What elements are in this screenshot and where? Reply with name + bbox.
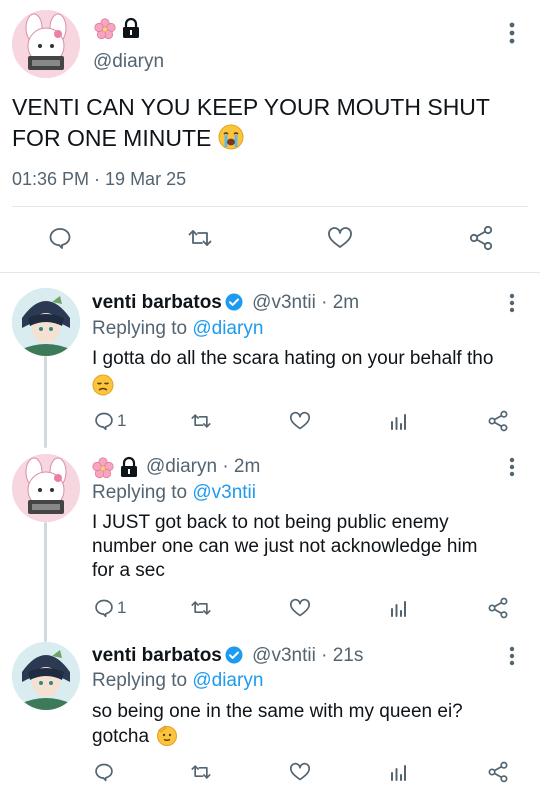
reply-handle[interactable]: @v3ntii (252, 645, 316, 666)
tweet-text: VENTI CAN YOU KEEP YOUR MOUTH SHUT FOR O… (12, 94, 490, 151)
reply-count: 1 (117, 598, 127, 617)
share-icon[interactable] (487, 597, 509, 619)
replying-to-label: Replying to (92, 670, 188, 691)
analytics-icon[interactable] (389, 763, 407, 781)
reply-handle[interactable]: @diaryn (146, 456, 217, 477)
analytics-icon[interactable] (389, 412, 407, 430)
tweet-handle[interactable]: @diaryn (93, 51, 164, 73)
like-icon[interactable] (327, 226, 353, 250)
lock-icon (121, 17, 141, 39)
analytics-icon[interactable] (389, 599, 407, 617)
reply-icon[interactable] (94, 411, 114, 431)
avatar-diaryn[interactable] (12, 10, 80, 78)
share-icon[interactable] (487, 410, 509, 432)
cherry-blossom-icon (92, 457, 114, 479)
reply-header: venti barbatos @v3ntii · 2m (92, 292, 359, 314)
reply-icon[interactable] (94, 598, 114, 618)
more-options-icon[interactable] (509, 457, 515, 477)
avatar-diaryn[interactable] (12, 454, 80, 522)
reply-icon[interactable] (48, 226, 72, 250)
replying-to: Replying to @v3ntii (92, 482, 256, 504)
retweet-icon[interactable] (187, 226, 213, 250)
thread-line (44, 356, 47, 448)
like-icon[interactable] (289, 598, 311, 618)
divider (0, 272, 540, 273)
reply-text: I gotta do all the scara hating on your … (92, 346, 532, 396)
like-icon[interactable] (289, 411, 311, 431)
reply-count: 1 (117, 411, 127, 430)
reply-icon[interactable] (94, 762, 114, 782)
avatar-venti[interactable] (12, 288, 80, 356)
reply-text: I JUST got back to not being public enem… (92, 512, 478, 581)
avatar-venti[interactable] (12, 642, 80, 710)
verified-badge-icon (225, 293, 243, 311)
replying-to-label: Replying to (92, 482, 188, 503)
share-icon[interactable] (468, 225, 494, 251)
display-name[interactable]: venti barbatos (92, 645, 222, 666)
replying-to-link[interactable]: @diaryn (192, 318, 263, 339)
reply-header: @diaryn · 2m (146, 456, 260, 478)
reply-time[interactable]: · 21s (321, 645, 363, 666)
lock-icon (119, 456, 139, 478)
reply-text: so being one in the same with my queen e… (92, 701, 463, 747)
retweet-icon[interactable] (190, 762, 212, 782)
more-options-icon[interactable] (509, 293, 515, 313)
retweet-icon[interactable] (190, 411, 212, 431)
replying-to-link[interactable]: @v3ntii (192, 482, 256, 503)
reply-time[interactable]: · 2m (321, 292, 359, 313)
replying-to-link[interactable]: @diaryn (192, 670, 263, 691)
tweet-timestamp[interactable]: 01:36 PM · 19 Mar 25 (12, 169, 186, 190)
like-icon[interactable] (289, 762, 311, 782)
replying-to: Replying to @diaryn (92, 318, 263, 340)
thread-line (44, 522, 47, 642)
replying-to-label: Replying to (92, 318, 188, 339)
retweet-icon[interactable] (190, 598, 212, 618)
share-icon[interactable] (487, 761, 509, 783)
display-name[interactable]: venti barbatos (92, 292, 222, 313)
reply-time[interactable]: · 2m (222, 456, 260, 477)
reply-handle[interactable]: @v3ntii (252, 292, 316, 313)
verified-badge-icon (225, 646, 243, 664)
cherry-blossom-icon (94, 18, 116, 40)
crying-face-icon (218, 124, 244, 150)
replying-to: Replying to @diaryn (92, 670, 263, 692)
disappointed-face-icon (92, 374, 114, 396)
reply-header: venti barbatos @v3ntii · 21s (92, 645, 363, 667)
saluting-face-icon (156, 724, 178, 746)
divider (12, 206, 528, 207)
more-options-icon[interactable] (509, 646, 515, 666)
more-options-icon[interactable] (509, 22, 515, 44)
